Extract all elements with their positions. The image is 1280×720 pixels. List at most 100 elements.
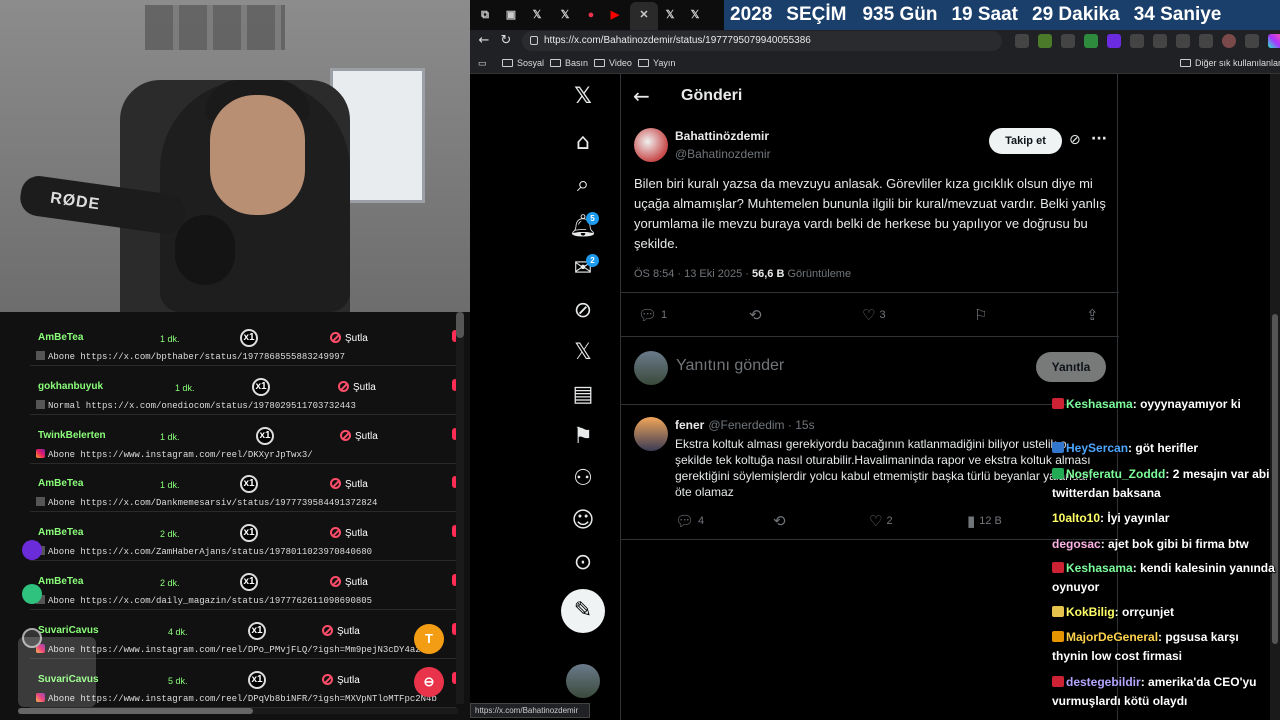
twitch-icon[interactable] [22, 540, 42, 560]
reply-button[interactable]: Yanıtla [1036, 352, 1106, 382]
kick-icon[interactable] [22, 584, 42, 604]
menu-dots-icon[interactable] [1245, 34, 1259, 48]
skip-button[interactable]: Şutla [330, 332, 368, 344]
author-name[interactable]: Bahattinözdemir [675, 129, 769, 143]
request-link[interactable]: Abone https://x.com/ZamHaberAjans/status… [36, 546, 446, 557]
grok-explain-icon[interactable]: ⊘ [1069, 132, 1081, 148]
request-link[interactable]: Abone https://www.instagram.com/reel/DPo… [36, 643, 446, 655]
extension-icon[interactable] [1084, 34, 1098, 48]
bookmark-basin[interactable]: Basın [550, 58, 588, 68]
bookmark-video[interactable]: Video [594, 58, 632, 68]
queue-scroll-thumb[interactable] [456, 312, 464, 338]
commenter-handle[interactable]: @Fenerdedim · 15s [708, 418, 814, 432]
queue-item[interactable]: TwinkBelerten 1 dk. x1 Şutla Abone https://w… [30, 416, 456, 464]
chat-username[interactable]: MajorDeGeneral [1066, 630, 1158, 644]
communities-icon[interactable]: ⚇ [560, 464, 606, 494]
request-link[interactable]: Abone https://www.instagram.com/reel/DPq… [36, 692, 446, 704]
explore-icon[interactable]: ⌕ [560, 170, 606, 200]
x-logo-icon[interactable]: 𝕏 [560, 82, 606, 112]
comment-like-action[interactable]: ♡ 2 [869, 512, 893, 530]
extensions-puzzle-icon[interactable] [1130, 34, 1144, 48]
home-icon[interactable]: ⌂ [560, 128, 606, 158]
bookmark-action[interactable]: ⚐ [974, 306, 991, 324]
request-link[interactable]: Abone https://x.com/Dankmemesarsiv/statu… [36, 497, 446, 508]
more-options-icon[interactable]: ··· [1091, 131, 1107, 147]
skip-button[interactable]: Şutla [338, 380, 376, 393]
share-action[interactable]: ⇪ [1086, 306, 1103, 324]
more-circle-icon[interactable]: ⊙ [560, 548, 606, 578]
request-link[interactable]: Abone https://www.instagram.com/reel/DKX… [36, 448, 446, 460]
queue-item[interactable]: AmBeTea 2 dk. x1 Şutla Abone https://x.com/d… [30, 562, 456, 610]
bookmark-other[interactable]: Diğer sık kullanılanlar [1180, 58, 1280, 68]
skip-button[interactable]: Şutla [340, 429, 378, 442]
compose-post-button[interactable]: ✎ [561, 589, 605, 633]
like-action[interactable]: ♡ 3 [862, 306, 886, 324]
tab-x-icon[interactable]: 𝕏 [558, 8, 572, 22]
request-link[interactable]: Abone https://x.com/bpthaber/status/1977… [36, 351, 446, 362]
messages-icon[interactable]: ✉ [560, 254, 606, 284]
tab-x-icon[interactable]: 𝕏 [688, 8, 702, 22]
user-avatar-button[interactable]: T [414, 624, 444, 654]
repost-action[interactable]: ⟲ [749, 306, 766, 324]
commenter-name[interactable]: fener [675, 418, 704, 432]
requester-name[interactable]: AmBeTea [38, 576, 83, 587]
profile-avatar[interactable] [1222, 34, 1236, 48]
favorites-icon[interactable] [1153, 34, 1167, 48]
skip-button[interactable]: Şutla [322, 624, 360, 637]
tab-e-icon[interactable]: ● [584, 8, 598, 22]
back-icon[interactable]: ← [476, 33, 492, 49]
requester-name[interactable]: AmBeTea [38, 332, 83, 343]
chat-username[interactable]: Nosferatu_Zoddd [1066, 467, 1165, 481]
shield-icon[interactable] [1176, 34, 1190, 48]
x-premium-icon[interactable]: 𝕏 [560, 338, 606, 368]
chat-username[interactable]: destegebildir [1066, 675, 1141, 689]
reload-icon[interactable]: ↻ [498, 33, 514, 49]
chat-username[interactable]: HeySercan [1066, 441, 1128, 455]
extension-icon[interactable] [1061, 34, 1075, 48]
author-handle[interactable]: @Bahatinozdemir [675, 147, 771, 161]
extension-icon[interactable] [1038, 34, 1052, 48]
bookmark-yayin[interactable]: Yayın [638, 58, 675, 68]
extension-icon[interactable] [1015, 34, 1029, 48]
queue-hscroll-thumb[interactable] [18, 708, 253, 714]
reply-input[interactable]: Yanıtını gönder [676, 357, 784, 375]
bookmark-menu-icon[interactable]: ▭ [478, 58, 487, 69]
request-link[interactable]: Normal https://x.com/onediocom/status/19… [36, 399, 446, 411]
request-link[interactable]: Abone https://x.com/daily_magazin/status… [36, 595, 446, 606]
bookmarks-icon[interactable]: ⚑ [560, 422, 606, 452]
bookmark-sosyal[interactable]: Sosyal [502, 58, 544, 68]
tab-youtube-icon[interactable]: ▶ [608, 8, 622, 22]
extension-icon[interactable] [1107, 34, 1121, 48]
requester-name[interactable]: gokhanbuyuk [38, 381, 103, 392]
close-tab-icon[interactable]: ✕ [637, 8, 651, 22]
profile-icon[interactable]: ☺ [560, 506, 606, 536]
comment-views-action[interactable]: ▮ 12 B [967, 512, 1002, 530]
follow-button[interactable]: Takip et [989, 128, 1062, 154]
comment-repost-action[interactable]: ⟲ [773, 512, 790, 530]
chat-username[interactable]: KokBilig [1066, 605, 1115, 619]
notifications-bell-icon[interactable]: 🔔︎ [560, 212, 606, 242]
queue-item[interactable]: AmBeTea 1 dk. x1 Şutla Abone https://x.com/b… [30, 318, 456, 366]
tweet-timestamp[interactable]: ÖS 8:54 · 13 Eki 2025 · [634, 268, 752, 280]
lists-icon[interactable]: ▤ [560, 380, 606, 410]
requester-name[interactable]: SuvariCavus [38, 625, 99, 636]
back-arrow-icon[interactable]: ← [633, 84, 650, 108]
queue-item[interactable]: AmBeTea 1 dk. x1 Şutla Abone https://x.com/D… [30, 464, 456, 513]
chat-username[interactable]: 10alto10 [1052, 511, 1100, 525]
account-avatar[interactable] [566, 664, 600, 698]
skip-button[interactable]: Şutla [330, 576, 368, 588]
commenter-avatar[interactable] [634, 417, 668, 451]
remove-user-icon[interactable]: ⊖ [414, 667, 444, 697]
url-field[interactable]: https://x.com/Bahatinozdemir/status/1977… [522, 31, 1002, 51]
chat-username[interactable]: Keshasama [1066, 561, 1133, 575]
chat-username[interactable]: degosac [1052, 537, 1101, 551]
skip-button[interactable]: Şutla [322, 673, 360, 686]
queue-item[interactable]: AmBeTea 2 dk. x1 Şutla Abone https://x.com/Z… [30, 513, 456, 562]
queue-hscrollbar[interactable] [18, 708, 458, 714]
requester-name[interactable]: TwinkBelerten [38, 430, 106, 441]
author-avatar[interactable] [634, 128, 668, 162]
chat-username[interactable]: Keshasama [1066, 397, 1133, 411]
queue-scrollbar[interactable] [456, 312, 464, 704]
requester-name[interactable]: AmBeTea [38, 527, 83, 538]
skip-button[interactable]: Şutla [330, 478, 368, 490]
